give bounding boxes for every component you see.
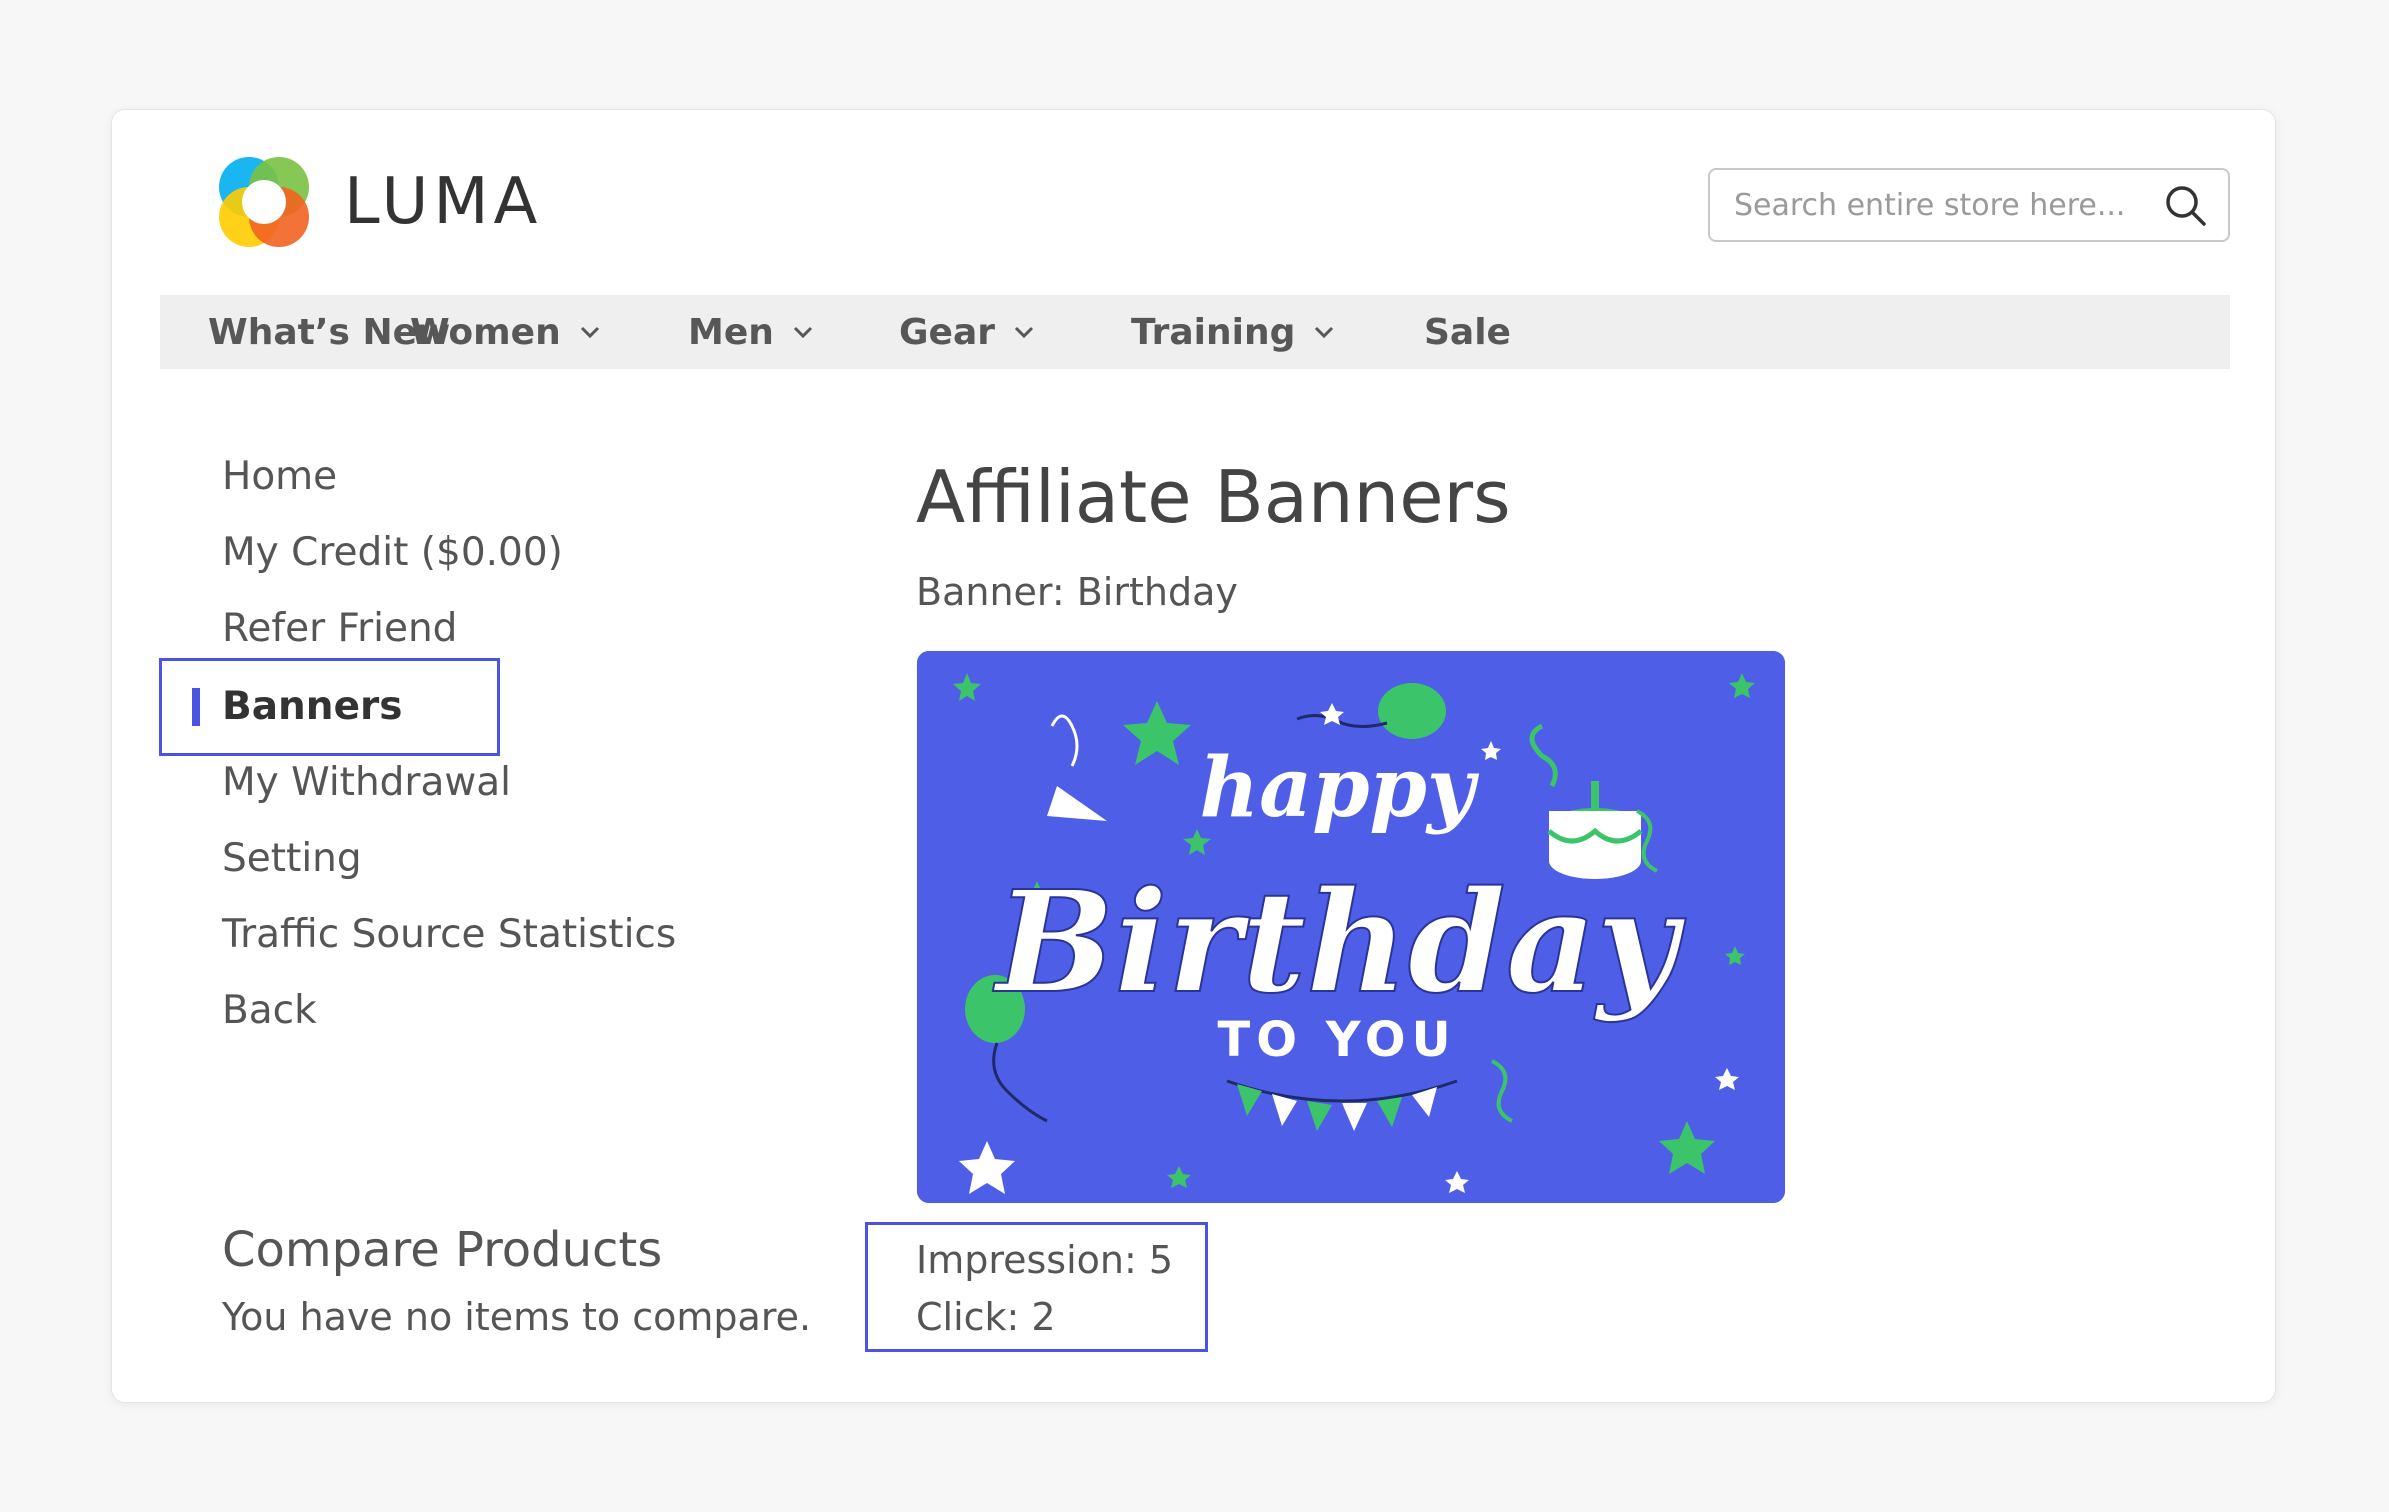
sidebar-active-indicator	[192, 688, 200, 726]
page-title: Affiliate Banners	[916, 455, 1511, 539]
banner-text-line3: TO YOU	[1217, 1012, 1456, 1068]
main-navigation: What’s New Women Men Gear Training Sale	[160, 295, 2230, 369]
brand-name: LUMA	[344, 165, 543, 239]
nav-item-training[interactable]: Training	[1131, 295, 1335, 369]
nav-item-men[interactable]: Men	[688, 295, 814, 369]
luma-logo-icon	[219, 157, 309, 247]
banner-name: Banner: Birthday	[916, 570, 1238, 614]
page-container: LUMA What’s New Women Men Gear Training	[111, 109, 2276, 1403]
sidebar-item-home[interactable]: Home	[222, 454, 337, 499]
compare-products-title: Compare Products	[222, 1222, 663, 1278]
banner-text-line2: Birthday	[992, 861, 1686, 1025]
logo[interactable]: LUMA	[212, 150, 542, 254]
sidebar-item-refer-friend[interactable]: Refer Friend	[222, 606, 457, 651]
search-icon[interactable]	[2164, 184, 2208, 228]
nav-item-label: Men	[688, 311, 774, 353]
sidebar-item-back[interactable]: Back	[222, 988, 317, 1033]
chevron-down-icon	[1014, 326, 1034, 339]
nav-item-sale[interactable]: Sale	[1424, 295, 1511, 369]
nav-item-gear[interactable]: Gear	[899, 295, 1035, 369]
chevron-down-icon	[580, 326, 599, 339]
nav-item-label: Gear	[899, 311, 996, 353]
nav-item-label: Training	[1131, 311, 1296, 353]
chevron-down-icon	[793, 326, 812, 339]
nav-item-women[interactable]: Women	[410, 295, 601, 369]
sidebar-item-setting[interactable]: Setting	[222, 836, 362, 881]
impression-count: Impression: 5	[916, 1238, 1174, 1282]
nav-item-label: Women	[410, 311, 561, 353]
search-input[interactable]	[1732, 186, 2156, 224]
banner-text-line1: happy	[1199, 740, 1479, 836]
banner-image[interactable]: happy Birthday TO YOU	[917, 651, 1785, 1203]
compare-products-empty-text: You have no items to compare.	[222, 1295, 812, 1339]
sidebar-item-my-credit[interactable]: My Credit ($0.00)	[222, 530, 563, 575]
chevron-down-icon	[1315, 326, 1334, 339]
sidebar-item-banners[interactable]: Banners	[222, 684, 402, 729]
birthday-banner-illustration: happy Birthday TO YOU	[917, 651, 1785, 1203]
nav-item-label: Sale	[1424, 311, 1511, 353]
sidebar-item-my-withdrawal[interactable]: My Withdrawal	[222, 760, 511, 805]
search-box	[1708, 168, 2230, 242]
click-count: Click: 2	[916, 1295, 1056, 1339]
sidebar-item-traffic-source-statistics[interactable]: Traffic Source Statistics	[222, 912, 676, 957]
